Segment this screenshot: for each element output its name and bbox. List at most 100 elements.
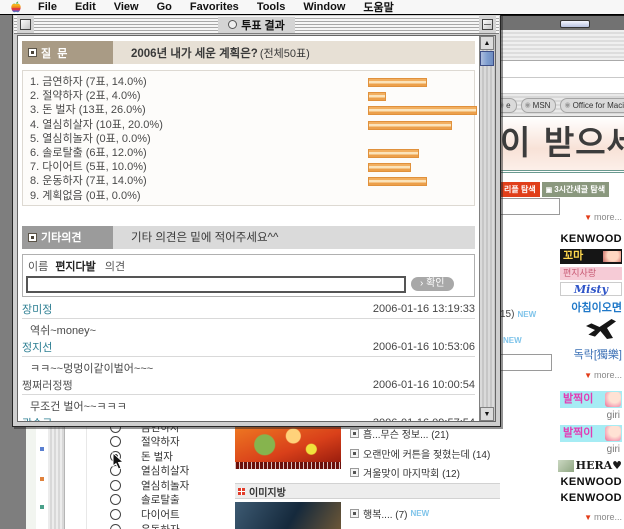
radio-label[interactable]: 열심히놀자: [141, 478, 189, 493]
ad-banner[interactable]: 아침이오면: [571, 299, 622, 315]
comment-date: 2006-01-16 09:57:54: [373, 417, 475, 421]
radio-label[interactable]: 운동하자: [141, 522, 180, 529]
poll-option-bar: [368, 92, 386, 101]
radio-row[interactable]: 운동하자: [110, 523, 189, 529]
photo-thumbnail[interactable]: [235, 425, 341, 469]
radio-button[interactable]: [110, 494, 121, 505]
search-box[interactable]: [500, 354, 552, 371]
ad-banner[interactable]: 독락[獨樂]: [574, 346, 622, 362]
favorites-button[interactable]: MSN: [521, 98, 557, 113]
menu-item[interactable]: Go: [148, 1, 181, 13]
photo-thumbnail[interactable]: [235, 502, 341, 529]
opinion-input[interactable]: [26, 276, 406, 293]
address-bar[interactable]: [500, 61, 624, 78]
radio-button[interactable]: [110, 436, 121, 447]
menu-item[interactable]: Tools: [248, 1, 295, 13]
board-item[interactable]: 오랜만에 커튼을 젖혔는데 (14): [350, 446, 498, 461]
total-votes: (전체50표): [260, 45, 310, 61]
comment-author[interactable]: 곽승균: [22, 415, 52, 421]
reply-search-badge[interactable]: 리플 탐색: [500, 182, 540, 197]
favorites-button[interactable]: e: [500, 98, 517, 113]
ad-banner[interactable]: [586, 319, 616, 339]
radio-label[interactable]: 솔로탈출: [141, 492, 180, 507]
radio-label[interactable]: 돈 벌자: [141, 449, 173, 464]
menu-item[interactable]: Window: [294, 1, 354, 13]
ad-banner[interactable]: KENWOOD: [561, 492, 622, 504]
scroll-up-icon[interactable]: ▲: [480, 36, 494, 50]
favorites-button[interactable]: Office for Macin: [560, 98, 624, 113]
ad-banner[interactable]: Misty: [560, 282, 622, 296]
radio-row[interactable]: 열심히놀자: [110, 479, 189, 491]
scroll-thumb[interactable]: [480, 51, 494, 66]
board-bullet-icon: [350, 509, 359, 518]
scrollbar-strip[interactable]: [48, 425, 65, 529]
name-label: 이름: [28, 261, 48, 273]
poll-option-bar: [368, 121, 452, 130]
new-posts-badge[interactable]: 3시간새글 탐색: [542, 182, 609, 197]
section-bullet-icon: [28, 48, 37, 57]
poll-option-row: 9. 계획없음 (0표, 0.0%): [23, 189, 474, 203]
menu-item[interactable]: File: [29, 1, 66, 13]
comment-author[interactable]: 정지선: [22, 339, 52, 355]
ad-column: more... KENWOOD 꼬마편지사랑 Misty 아침이오면독락[獨樂] more…: [556, 206, 622, 529]
ad-banner[interactable]: 발찍이: [560, 391, 622, 408]
submit-button[interactable]: 확인: [411, 277, 454, 291]
browser-panel: e MSNOffice for Macin 이 받으세 리플 탐색 3시간새글 …: [500, 14, 624, 529]
ad-banner[interactable]: KENWOOD: [561, 233, 622, 245]
ad-banner[interactable]: KENWOOD: [561, 476, 622, 488]
comment-author[interactable]: 쩡쩌러정쩡: [22, 377, 73, 393]
board-item[interactable]: 겨울맞이 마지막회 (12): [350, 465, 498, 480]
ad-banner[interactable]: giri: [607, 410, 620, 421]
comment-author[interactable]: 장미정: [22, 301, 52, 317]
radio-button[interactable]: [110, 509, 121, 520]
titlebar-widget[interactable]: [560, 20, 590, 28]
radio-label[interactable]: 열심히살자: [141, 463, 189, 478]
browser-toolbar: [500, 30, 624, 61]
image-section-header: 이미지방: [235, 483, 500, 499]
scrollbar[interactable]: ▲ ▼: [479, 36, 495, 421]
ad-banner[interactable]: more...: [584, 212, 622, 222]
comment-text: ㅋㅋ~~멍멍이같이벌어~~~: [22, 360, 475, 373]
collapse-box[interactable]: [482, 19, 493, 30]
menu-item[interactable]: Edit: [66, 1, 105, 13]
menu-item[interactable]: Favorites: [181, 1, 248, 13]
search-badges: 리플 탐색 3시간새글 탐색: [500, 182, 609, 197]
browser-titlebar[interactable]: [500, 16, 624, 30]
comment-date: 2006-01-16 13:19:33: [373, 303, 475, 315]
image-section-title: 이미지방: [249, 484, 286, 499]
divider: [86, 425, 87, 529]
board-item[interactable]: 흠...무슨 정보... (21): [350, 426, 498, 441]
ad-banner[interactable]: 꼬마: [560, 249, 622, 264]
radio-button[interactable]: [110, 524, 121, 529]
section-bullet-icon: [28, 233, 37, 242]
search-box[interactable]: [500, 198, 560, 215]
ad-banner[interactable]: more...: [584, 370, 622, 380]
ad-banner[interactable]: HERA♥: [558, 459, 622, 472]
radio-label[interactable]: 절약하자: [141, 434, 180, 449]
image-section-icon: [238, 488, 245, 495]
radio-button[interactable]: [110, 480, 121, 491]
radio-row[interactable]: 솔로탈출: [110, 494, 189, 506]
close-box[interactable]: [20, 19, 31, 30]
radio-row[interactable]: 절약하자: [110, 436, 189, 448]
ad-banner[interactable]: 발찍이: [560, 425, 622, 442]
poll-option-row: 5. 열심히놀자 (0표, 0.0%): [23, 132, 474, 146]
radio-row[interactable]: 다이어트: [110, 509, 189, 521]
comment: 쩡쩌러정쩡 2006-01-16 10:00:54 무조건 벌어~~ㅋㅋㅋ: [22, 379, 475, 411]
ad-banner[interactable]: 편지사랑: [560, 267, 622, 280]
radio-label[interactable]: 다이어트: [141, 507, 180, 522]
apple-menu-icon[interactable]: [10, 1, 21, 13]
ad-banner[interactable]: more...: [584, 512, 622, 522]
ad-banner[interactable]: giri: [607, 444, 620, 455]
board-item[interactable]: 행복.... (7) NEW: [350, 506, 498, 521]
poll-option-text: 5. 열심히놀자 (0표, 0.0%): [30, 133, 151, 145]
list-fragment: NEW: [500, 335, 522, 346]
menu-item[interactable]: View: [105, 1, 148, 13]
poll-option-text: 1. 금연하자 (7표, 14.0%): [30, 76, 147, 88]
window-titlebar[interactable]: 투표 결과: [14, 16, 499, 34]
poll-option-bar: [368, 106, 477, 115]
board-item-text: 흠...무슨 정보... (21): [363, 426, 449, 441]
menu-item[interactable]: 도움말: [354, 0, 402, 15]
new-badge: NEW: [517, 310, 536, 319]
scroll-down-icon[interactable]: ▼: [480, 407, 494, 421]
